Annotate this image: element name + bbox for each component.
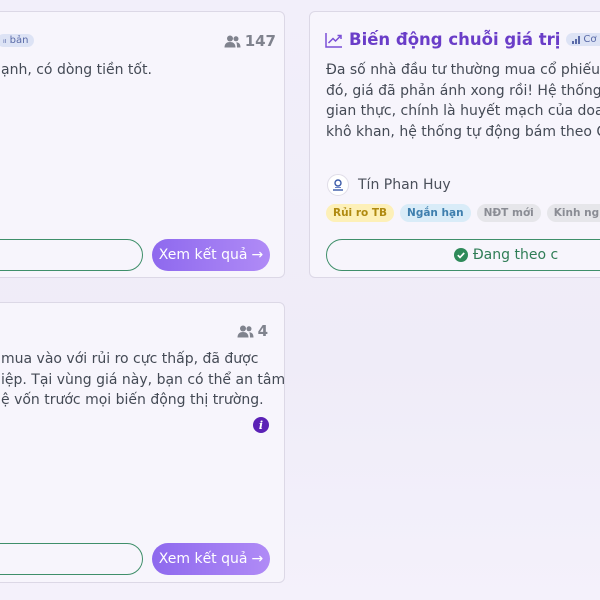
view-results-button[interactable]: Xem kết quả → bbox=[152, 543, 270, 575]
author-name: Tín Phan Huy bbox=[358, 177, 451, 193]
description-line: mua vào với rủi ro cực thấp, đã được bbox=[1, 351, 259, 367]
avatar bbox=[327, 174, 349, 196]
strategy-card: Biến động chuỗi giá trị Cơ bản Đa số nhà… bbox=[309, 11, 600, 278]
bar-chart-icon bbox=[572, 35, 581, 44]
level-tag: ᵢₗ bản bbox=[0, 34, 35, 47]
description-line: ạnh, có dòng tiền tốt. bbox=[1, 62, 152, 78]
follower-count: 147 bbox=[224, 32, 276, 50]
description-line: đó, giá đã phản ánh xong rồi! Hệ thống t… bbox=[326, 82, 600, 99]
strategy-description: Đa số nhà đầu tư thường mua cổ phiếu sa … bbox=[326, 60, 600, 142]
follower-count: 4 bbox=[237, 322, 268, 340]
level-tag-label: Cơ bản bbox=[583, 34, 600, 45]
strategy-card: ᵢₗ bản 147 ạnh, có dòng tiền tốt. Xem kế… bbox=[0, 11, 285, 278]
author-logo-icon bbox=[333, 179, 343, 191]
follower-count-value: 147 bbox=[244, 32, 276, 50]
check-circle-icon bbox=[453, 248, 468, 262]
strategy-title[interactable]: Biến động chuỗi giá trị bbox=[349, 30, 560, 49]
tag-term: Ngắn hạn bbox=[400, 204, 471, 222]
strategy-description: mua vào với rủi ro cực thấp, đã được iệp… bbox=[1, 349, 285, 411]
tag-investor-level: NĐT mới bbox=[476, 204, 541, 222]
view-results-button[interactable]: Xem kết quả → bbox=[152, 239, 270, 271]
description-line: iệp. Tại vùng giá này, bạn có thể an tâm bbox=[1, 371, 285, 388]
author-row[interactable]: Tín Phan Huy bbox=[327, 174, 451, 196]
strategy-card: 4 mua vào với rủi ro cực thấp, đã được i… bbox=[0, 302, 285, 583]
strategy-tags: Rủi ro TB Ngắn hạn NĐT mới Kinh nghiệ bbox=[326, 204, 600, 222]
description-line: ệ vốn trước mọi biến động thị trường. bbox=[1, 392, 264, 408]
arrow-right-icon: → bbox=[251, 247, 264, 263]
info-icon[interactable]: i bbox=[253, 417, 269, 433]
tag-risk: Rủi ro TB bbox=[326, 204, 395, 222]
view-results-label: Xem kết quả bbox=[158, 551, 248, 567]
follower-count-value: 4 bbox=[257, 322, 268, 340]
tag-experience: Kinh nghiệ bbox=[546, 204, 600, 222]
follow-button[interactable] bbox=[0, 239, 143, 271]
following-button[interactable]: Đang theo c bbox=[326, 239, 600, 271]
arrow-right-icon: → bbox=[251, 551, 264, 567]
trending-up-icon bbox=[325, 32, 342, 48]
strategy-header: Biến động chuỗi giá trị Cơ bản bbox=[325, 30, 600, 49]
users-icon bbox=[237, 325, 254, 337]
description-line: gian thực, chính là huyết mạch của doanh bbox=[326, 103, 600, 119]
view-results-label: Xem kết quả bbox=[158, 247, 248, 263]
description-line: Đa số nhà đầu tư thường mua cổ phiếu sa bbox=[326, 62, 600, 78]
following-label: Đang theo c bbox=[472, 247, 559, 263]
level-tag: Cơ bản bbox=[566, 33, 600, 46]
strategy-description: ạnh, có dòng tiền tốt. bbox=[1, 60, 152, 81]
follow-button[interactable] bbox=[0, 543, 143, 575]
users-icon bbox=[224, 35, 241, 47]
description-line: khô khan, hệ thống tự động bám theo Câ bbox=[326, 123, 600, 140]
